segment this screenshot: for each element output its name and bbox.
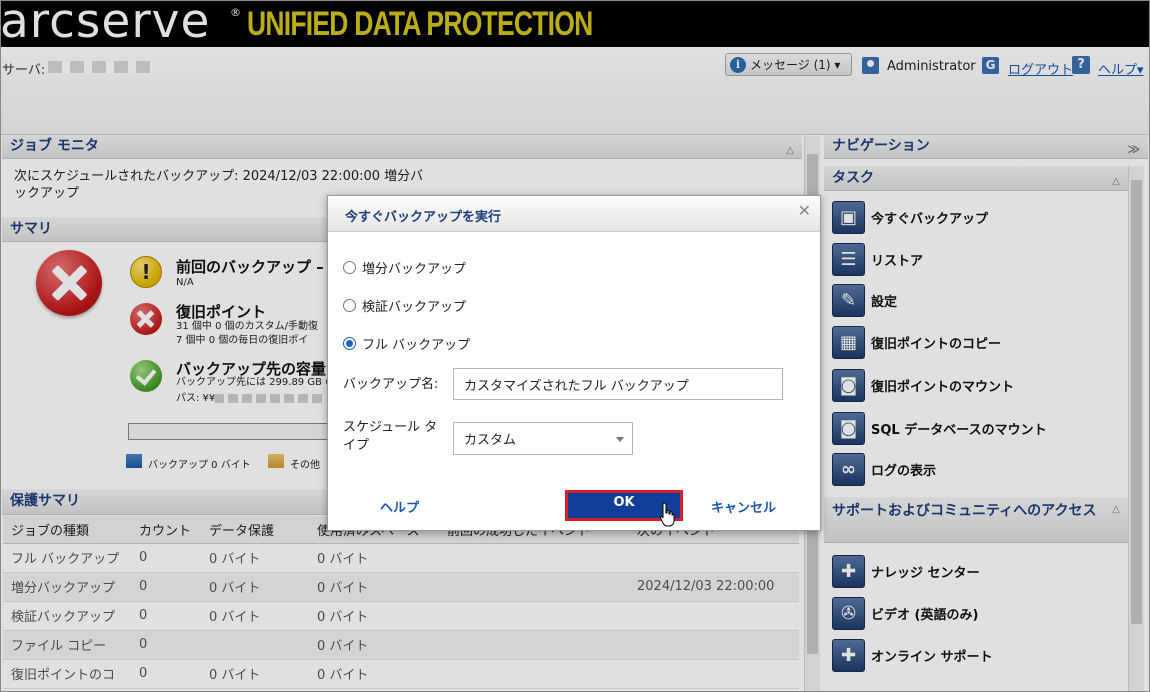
radio-label: 検証バックアップ xyxy=(362,300,467,315)
ok-button-label: OK xyxy=(613,495,635,510)
dialog-header[interactable]: 今すぐバックアップを実行 ✕ xyxy=(328,196,820,232)
backup-now-dialog: 今すぐバックアップを実行 ✕ 増分バックアップ 検証バックアップ フル バックア… xyxy=(327,195,821,531)
schedule-type-select[interactable]: カスタム xyxy=(453,422,633,455)
radio-label: 増分バックアップ xyxy=(362,262,467,277)
schedule-type-label-line2: イプ xyxy=(343,438,370,453)
backup-name-label: バックアップ名: xyxy=(343,377,439,392)
chevron-down-icon xyxy=(616,437,624,442)
dialog-help-link[interactable]: ヘルプ xyxy=(380,497,419,516)
close-icon[interactable]: ✕ xyxy=(798,201,811,220)
radio-incremental-backup[interactable]: 増分バックアップ xyxy=(343,258,466,277)
dialog-title: 今すぐバックアップを実行 xyxy=(345,210,502,225)
hand-cursor-icon xyxy=(659,502,675,527)
schedule-type-value: カスタム xyxy=(464,433,517,448)
radio-button[interactable] xyxy=(343,299,356,312)
radio-verify-backup[interactable]: 検証バックアップ xyxy=(343,296,466,315)
radio-button-selected[interactable] xyxy=(343,337,356,350)
cancel-button[interactable]: キャンセル xyxy=(711,497,776,516)
radio-label: フル バックアップ xyxy=(362,338,471,353)
radio-button[interactable] xyxy=(343,261,356,274)
radio-full-backup[interactable]: フル バックアップ xyxy=(343,334,470,353)
schedule-type-label-line1: スケジュール タ xyxy=(343,420,438,435)
backup-name-input[interactable] xyxy=(453,368,783,400)
